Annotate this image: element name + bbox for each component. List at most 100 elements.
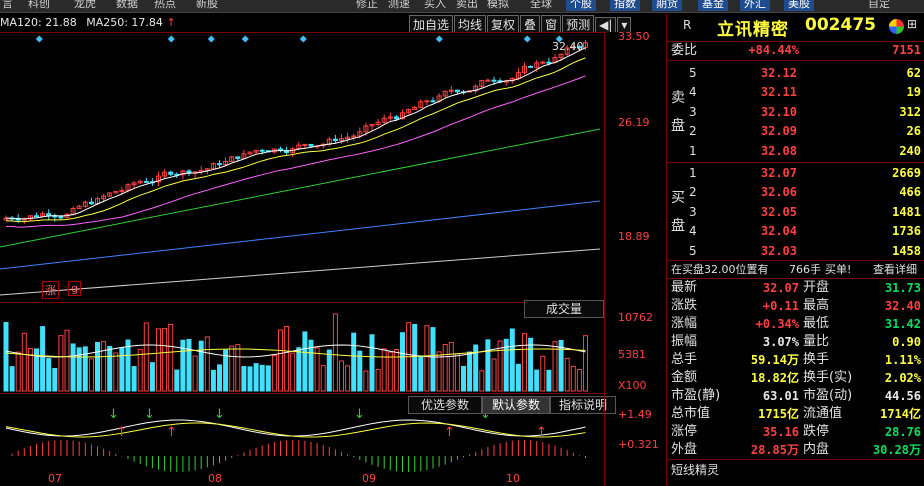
volume-bar xyxy=(131,366,137,392)
diamond-marker xyxy=(435,35,443,43)
ask-vol: 26 xyxy=(906,124,921,139)
ask-row[interactable]: 4 32.11 19 xyxy=(667,83,924,102)
toolbar-item-20[interactable]: 全球 xyxy=(526,0,556,11)
volume-bar xyxy=(461,365,466,392)
bid-row[interactable]: 5 32.03 1458 xyxy=(667,242,924,261)
chart-tool-3[interactable]: 叠 xyxy=(520,15,541,33)
toolbar-item-22[interactable]: 指数 xyxy=(610,0,640,11)
stat-value: 31.42 xyxy=(884,317,921,331)
chart-tool-6[interactable]: ◀| xyxy=(595,17,617,32)
volume-title[interactable]: 成交量 xyxy=(524,300,604,318)
volume-bar xyxy=(424,325,430,392)
volume-bar xyxy=(46,358,52,392)
pie-icon[interactable] xyxy=(889,19,904,34)
toolbar-item-21[interactable]: 个股 xyxy=(566,0,596,11)
ask-row[interactable]: 3 32.10 312 xyxy=(667,103,924,122)
up-arrow-icon: ↑ xyxy=(166,425,177,440)
volume-bar xyxy=(296,347,302,392)
short-title[interactable]: 短线精灵 xyxy=(671,461,719,478)
bid-row[interactable]: 2 32.06 466 xyxy=(667,183,924,202)
toolbar-item-1[interactable]: 科创 xyxy=(24,0,54,11)
badge-r: R xyxy=(683,18,692,32)
candlestick-chart[interactable] xyxy=(0,33,604,303)
toolbar-item-18[interactable]: 卖出 xyxy=(452,0,482,11)
toolbar-item-16[interactable]: 测速 xyxy=(384,0,414,11)
candle-body xyxy=(259,149,265,152)
stat-row: 涨跌 +0.11 最高 32.40 xyxy=(667,297,924,315)
dif-line xyxy=(5,419,586,437)
volume-bar xyxy=(332,313,338,392)
volume-bar xyxy=(15,351,21,392)
bid-row[interactable]: 1 32.07 2669 xyxy=(667,164,924,183)
toolbar-item-5[interactable]: 新股 xyxy=(192,0,222,11)
ask-row[interactable]: 1 32.08 240 xyxy=(667,142,924,161)
stat-row: 金额 18.82亿 换手(实) 2.02% xyxy=(667,369,924,387)
candle-body xyxy=(430,100,436,103)
notice-link[interactable]: 查看详细 xyxy=(873,261,917,278)
stock-title: R 立讯精密 002475 ⊞ xyxy=(667,14,924,42)
stat-label: 量比 xyxy=(803,334,830,349)
toolbar-item-2[interactable]: 龙虎 xyxy=(70,0,100,11)
limit-up-marker[interactable]: 涨 xyxy=(42,281,59,299)
up-arrow-icon: ↑ xyxy=(536,425,547,440)
bid-vol: 1458 xyxy=(892,243,921,258)
g-marker[interactable]: g xyxy=(68,281,81,296)
stat-row: 市盈(静) 63.01 市盈(动) 44.56 xyxy=(667,387,924,405)
bid-row[interactable]: 4 32.04 1736 xyxy=(667,222,924,241)
chart-tool-4[interactable]: 窗 xyxy=(541,15,562,33)
stat-value: 28.85万 xyxy=(750,443,799,457)
candle-body xyxy=(217,163,222,166)
toolbar-item-23[interactable]: 期货 xyxy=(652,0,682,11)
order-notice: 在买盘32.00位置有 766手 买单! 查看详细 xyxy=(667,260,924,279)
toolbar-item-3[interactable]: 数据 xyxy=(112,0,142,11)
volume-bar xyxy=(198,340,204,392)
bid-row[interactable]: 3 32.05 1481 xyxy=(667,203,924,222)
stat-label: 换手(实) xyxy=(803,370,853,385)
diamond-marker xyxy=(299,35,307,43)
volume-bar xyxy=(40,326,46,392)
bid-level: 4 xyxy=(689,224,697,239)
toolbar-item-25[interactable]: 外汇 xyxy=(740,0,770,11)
ask-vol: 19 xyxy=(906,85,921,100)
stat-label: 流通值 xyxy=(803,406,843,421)
volume-bar xyxy=(387,351,393,392)
stat-row: 总手 59.14万 换手 1.11% xyxy=(667,351,924,369)
volume-bar xyxy=(412,323,418,392)
tab-default-params[interactable]: 默认参数 xyxy=(482,396,550,414)
diamond-marker xyxy=(241,35,249,43)
toolbar-item-4[interactable]: 热点 xyxy=(150,0,180,11)
candle-body xyxy=(546,61,552,64)
long-ma-line xyxy=(0,200,601,270)
chart-tool-0[interactable]: 加自选 xyxy=(409,15,454,33)
stat-value: 1715亿 xyxy=(758,407,799,421)
toolbar-item-0[interactable]: 言 xyxy=(0,0,17,11)
ask-row[interactable]: 2 32.09 26 xyxy=(667,122,924,141)
ask-price: 32.09 xyxy=(760,124,797,139)
ask-level: 5 xyxy=(689,66,697,80)
volume-bar xyxy=(217,364,222,392)
chart-tool-5[interactable]: 预测 xyxy=(562,15,595,33)
volume-bar xyxy=(509,328,515,392)
chart-tool-2[interactable]: 复权 xyxy=(487,15,520,33)
toolbar-item-17[interactable]: 买入 xyxy=(420,0,450,11)
toolbar-item-27[interactable]: 自定 xyxy=(864,0,894,11)
toolbar-item-24[interactable]: 基金 xyxy=(698,0,728,11)
toolbar-item-26[interactable]: 美股 xyxy=(784,0,814,11)
volume-pane[interactable] xyxy=(0,302,604,393)
volume-bar xyxy=(21,332,27,392)
volume-chart[interactable] xyxy=(0,303,604,393)
top-toolbar: 言科创 龙虎 数据 热点 新股 修正 测速 买入 卖出 模拟 全球 个股 指数 期货 基金 外汇 美股 自定 xyxy=(0,0,924,13)
volume-bar xyxy=(3,321,9,392)
candle-body xyxy=(46,213,52,217)
volume-bar xyxy=(290,352,296,392)
stat-value: 63.01 xyxy=(762,389,799,403)
grid-icon[interactable]: ⊞ xyxy=(907,17,917,31)
price-pane[interactable] xyxy=(0,32,604,303)
bid-level: 1 xyxy=(689,166,697,180)
toolbar-item-15[interactable]: 修正 xyxy=(352,0,382,11)
tab-optimal-params[interactable]: 优选参数 xyxy=(408,396,482,414)
ask-row[interactable]: 5 32.12 62 xyxy=(667,64,924,83)
stat-row: 振幅 3.07% 量比 0.90 xyxy=(667,333,924,351)
chart-tool-1[interactable]: 均线 xyxy=(454,15,487,33)
toolbar-item-19[interactable]: 模拟 xyxy=(483,0,513,11)
